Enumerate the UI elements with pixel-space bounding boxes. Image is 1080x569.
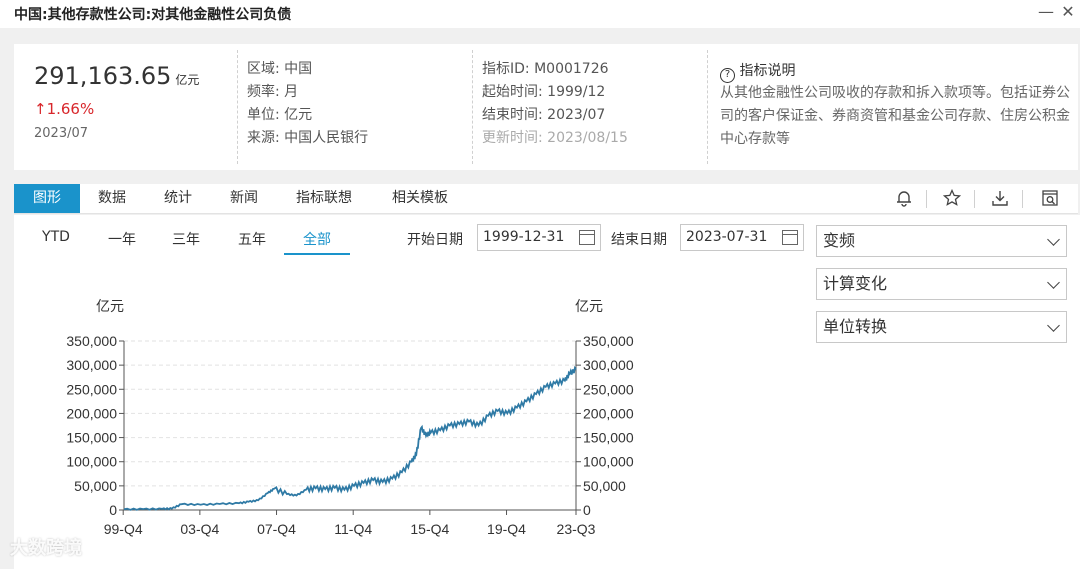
unit-conversion-dropdown-label: 单位转换 [823,317,888,336]
y-tick-label-right: 200,000 [583,405,634,421]
chevron-down-icon [1047,276,1060,289]
window-title: 中国:其他存款性公司:对其他金融性公司负债 [14,7,292,23]
divider [707,50,708,164]
watermark-logo: 大数跨境 [10,538,82,559]
x-tick-label: 11-Q4 [334,521,372,537]
y-tick-label-left: 250,000 [66,381,117,397]
toolbar-divider [1022,190,1023,208]
toolbar-divider [974,190,975,208]
y-tick-label-right: 100,000 [583,454,634,470]
y-tick-label-right: 250,000 [583,381,634,397]
y-tick-label-right: 0 [583,502,591,518]
chevron-down-icon [1047,319,1060,332]
meta-frequency: 频率: 月 [247,84,299,100]
description-title: ? 指标说明 [720,60,795,83]
chevron-down-icon [1047,233,1060,246]
latest-period: 2023/07 [34,126,89,141]
transform-panel: 变频 计算变化 单位转换 [808,215,1080,569]
search-window-icon[interactable] [1040,189,1060,209]
change-percent: ↑1.66% [34,100,95,118]
y-tick-label-left: 50,000 [74,478,117,494]
close-button[interactable]: ✕ [1058,2,1078,21]
chart-panel: YTD 一年 三年 五年 全部 开始日期 1999-12-31 结束日期 202… [14,215,808,569]
bell-icon[interactable] [894,189,914,209]
toolbar-divider [926,190,927,208]
frequency-dropdown[interactable]: 变频 [816,225,1067,257]
description-text: 从其他金融性公司吸收的存款和拆入款项等。包括证券公司的客户保证金、券商资管和基金… [720,85,1070,147]
x-tick-label: 99-Q4 [104,521,143,537]
tab-news[interactable]: 新闻 [216,184,272,213]
minimize-button[interactable]: — [1036,2,1056,21]
calculation-dropdown[interactable]: 计算变化 [816,268,1067,300]
y-tick-label-right: 150,000 [583,430,634,446]
x-tick-label: 15-Q4 [410,521,449,537]
meta-region: 区域: 中国 [247,61,313,77]
calculation-dropdown-label: 计算变化 [823,274,888,293]
divider [237,50,238,164]
tab-related-templates[interactable]: 相关模板 [380,184,460,213]
y-tick-label-left: 100,000 [66,454,117,470]
indicator-summary: 291,163.65 亿元 ↑1.66% 2023/07 区域: 中国 频率: 月… [14,44,1078,170]
description-title-text: 指标说明 [739,63,796,79]
help-icon: ? [720,68,735,83]
meta-update-time: 更新时间: 2023/08/15 [482,130,628,146]
line-chart: 0 0 50,000 50,000 100,000 100,000 150,000 150,0… [66,298,634,537]
y-tick-label-left: 0 [109,502,117,518]
tab-chart[interactable]: 图形 [14,184,80,213]
meta-unit: 单位: 亿元 [247,107,313,123]
y-tick-label-left: 350,000 [66,333,117,349]
meta-start-time: 起始时间: 1999/12 [482,84,606,100]
unit-conversion-dropdown[interactable]: 单位转换 [816,311,1067,343]
meta-end-time: 结束时间: 2023/07 [482,107,606,123]
y-axis-label-right: 亿元 [575,298,603,314]
tab-bar: 图形 数据 统计 新闻 指标联想 相关模板 [14,184,1078,214]
tab-related-indicators[interactable]: 指标联想 [284,184,364,213]
meta-column-2: 指标ID: M0001726 起始时间: 1999/12 结束时间: 2023/… [482,58,628,150]
meta-column-1: 区域: 中国 频率: 月 单位: 亿元 来源: 中国人民银行 [247,58,368,150]
y-tick-label-left: 200,000 [66,405,117,421]
latest-value-number: 291,163.65 [34,62,172,90]
frequency-dropdown-label: 变频 [823,231,856,250]
x-tick-label: 07-Q4 [257,521,296,537]
x-tick-label: 03-Q4 [180,521,219,537]
tab-data[interactable]: 数据 [84,184,140,213]
title-bar: 中国:其他存款性公司:对其他金融性公司负债 — ✕ [0,0,1080,28]
latest-value: 291,163.65 亿元 [34,62,199,90]
y-tick-label-right: 350,000 [583,333,634,349]
latest-value-unit: 亿元 [175,73,200,87]
y-tick-label-right: 300,000 [583,357,634,373]
y-tick-label-left: 300,000 [66,357,117,373]
y-axis-label-left: 亿元 [96,298,124,314]
y-tick-label-left: 150,000 [66,430,117,446]
x-tick-label: 23-Q3 [557,521,596,537]
divider [472,50,473,164]
meta-source: 来源: 中国人民银行 [247,130,369,146]
download-icon[interactable] [990,189,1010,209]
meta-indicator-id: 指标ID: M0001726 [482,61,609,77]
x-tick-label: 19-Q4 [487,521,526,537]
tab-statistics[interactable]: 统计 [150,184,206,213]
y-tick-label-right: 50,000 [583,478,626,494]
star-icon[interactable] [942,188,962,209]
